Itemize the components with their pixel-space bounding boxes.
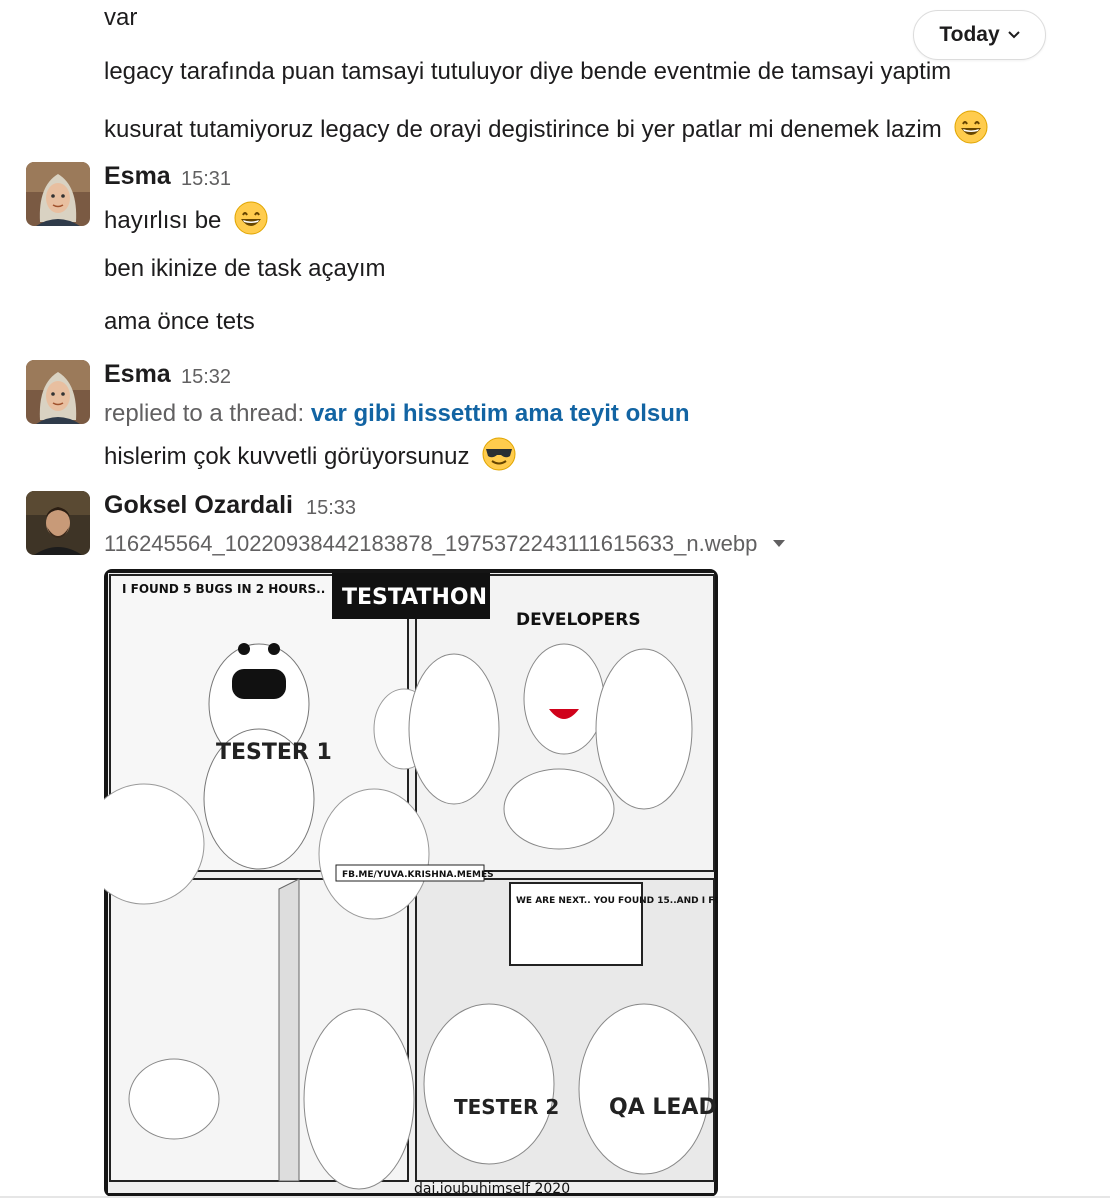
meme-comic-image: I FOUND 5 BUGS IN 2 HOURS.. TESTER 1 TES… [104,573,718,1197]
meme-tester2-label: TESTER 2 [454,1095,559,1119]
avatar-goksel[interactable] [26,491,90,555]
message-text: kusurat tutamiyoruz legacy de orayi degi… [104,110,988,145]
sunglasses-face-emoji-icon [482,437,516,471]
message-text: var [104,4,138,31]
esma-avatar-image [26,360,90,424]
meme-signature: dai.joubuhimself 2020 [414,1181,570,1197]
chevron-down-icon [1007,31,1020,39]
caret-down-icon[interactable] [773,540,786,548]
message-text: ben ikinize de task açayım [104,255,386,282]
message-text: legacy tarafında puan tamsayi tutuluyor … [104,58,952,85]
message-author[interactable]: Goksel Ozardali [104,491,293,520]
thread-reply-prefix: replied to a thread: [104,400,305,427]
meme-qa-lead-label: QA LEAD [609,1095,717,1120]
date-divider-today-button[interactable]: Today [913,10,1046,60]
meme-speech-bubble: WE ARE NEXT.. YOU FOUND 15..AND I FOUND … [516,896,718,906]
meme-tester1-label: TESTER 1 [216,740,332,765]
meme-caption-panel1: I FOUND 5 BUGS IN 2 HOURS.. [122,582,325,596]
message-text: hayırlısı be [104,201,268,236]
message-text: hislerim çok kuvvetli görüyorsunuz [104,437,516,472]
message-timestamp[interactable]: 15:31 [181,168,231,191]
meme-credit: FB.ME/YUVA.KRISHNA.MEMES [342,870,494,880]
esma-avatar-image [26,162,90,226]
thread-link[interactable]: var gibi hissettim ama teyit olsun [311,400,690,427]
message-timestamp[interactable]: 15:33 [306,497,356,520]
avatar-esma[interactable] [26,360,90,424]
thread-reply-line: replied to a thread: var gibi hissettim … [104,399,690,429]
message-text: ama önce tets [104,308,255,335]
meme-image-attachment[interactable]: I FOUND 5 BUGS IN 2 HOURS.. TESTER 1 TES… [104,569,718,1197]
meme-title: TESTATHON [342,585,487,610]
message-timestamp[interactable]: 15:32 [181,366,231,389]
grinning-face-emoji-icon [234,201,268,235]
message-author[interactable]: Esma [104,360,171,389]
avatar-esma[interactable] [26,162,90,226]
meme-caption-developers: DEVELOPERS [516,610,641,630]
file-attachment-name[interactable]: 116245564_10220938442183878_197537224311… [104,531,786,557]
bottom-divider [0,1196,1110,1198]
grinning-face-emoji-icon [954,110,988,144]
goksel-avatar-image [26,491,90,555]
message-author[interactable]: Esma [104,162,171,191]
date-divider-label: Today [939,23,1000,46]
